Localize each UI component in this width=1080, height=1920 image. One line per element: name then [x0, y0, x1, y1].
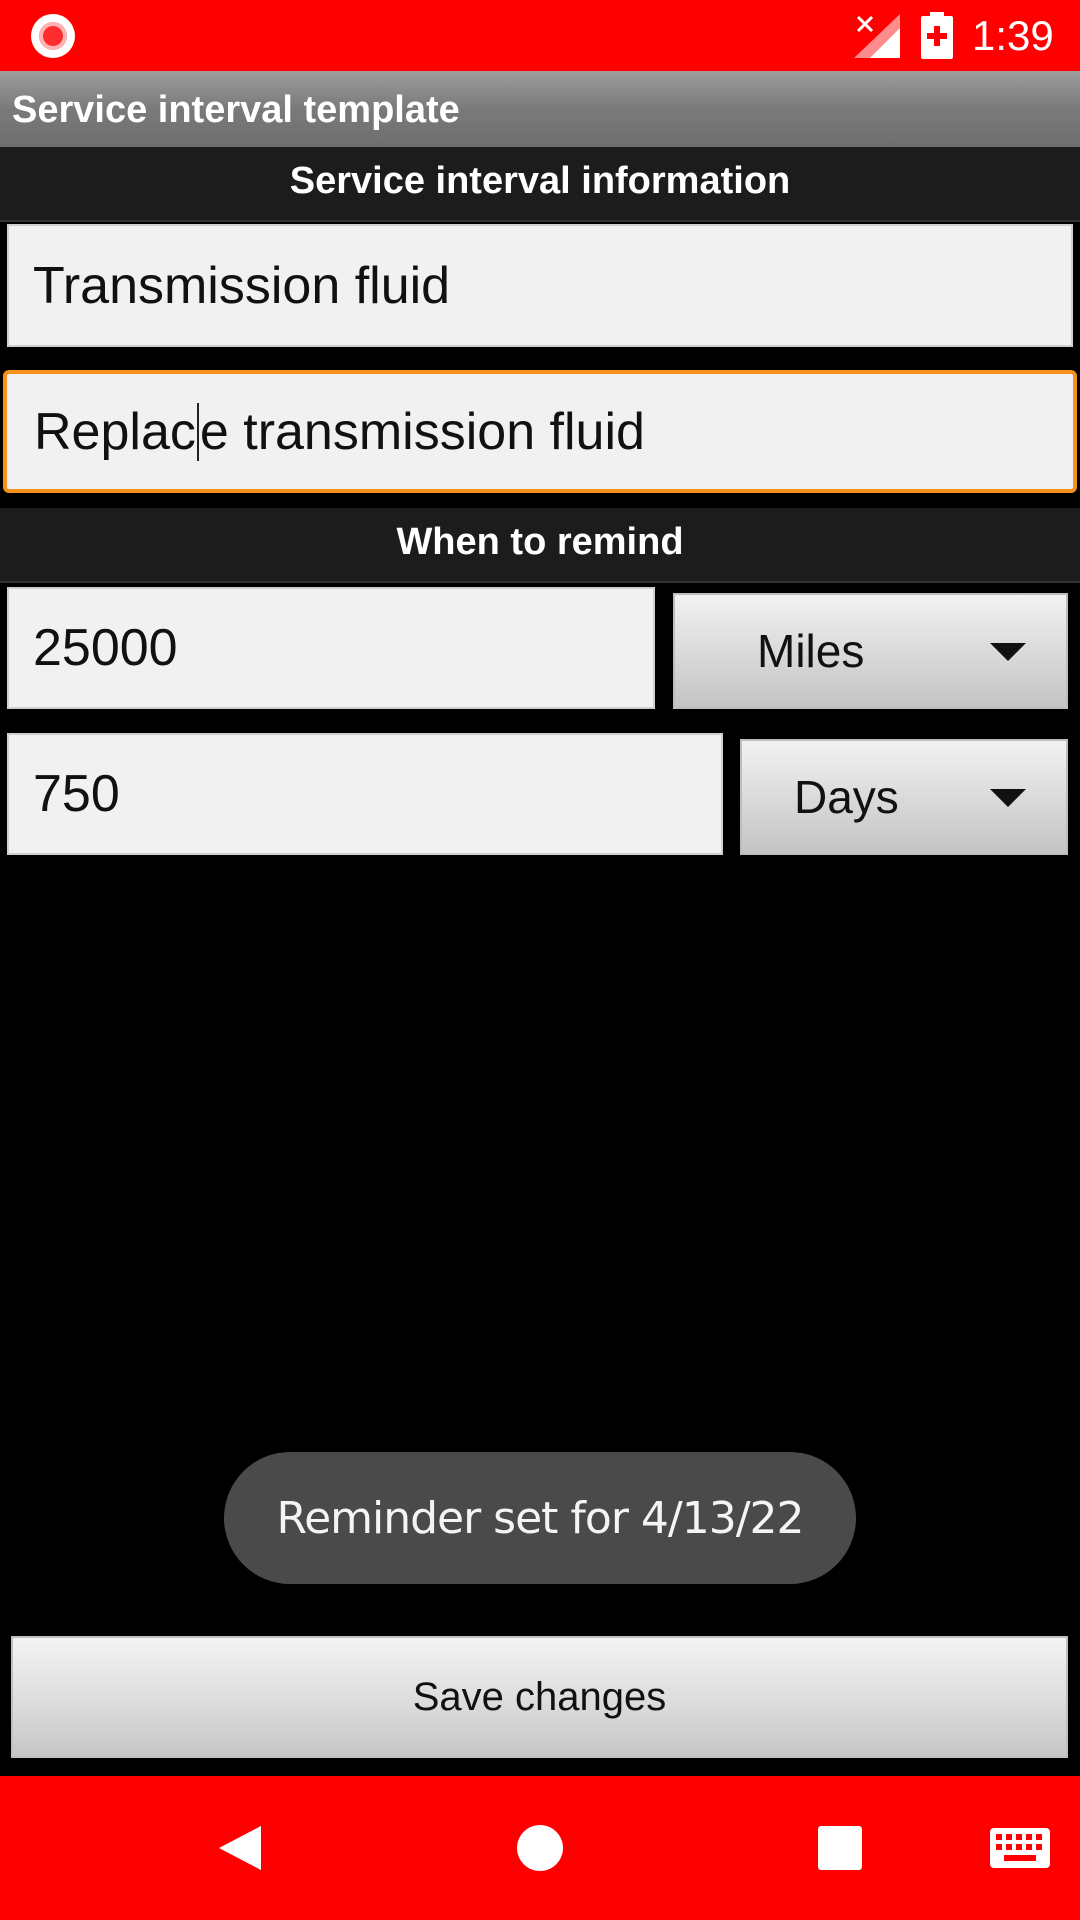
- time-unit-dropdown[interactable]: Days: [740, 739, 1068, 855]
- title-bar: Service interval template: [0, 71, 1080, 147]
- description-text-after-cursor: e transmission fluid: [199, 402, 645, 461]
- recent-apps-icon[interactable]: [818, 1826, 862, 1870]
- distance-unit-label: Miles: [757, 625, 865, 677]
- toast-message: Reminder set for 4/13/22: [224, 1452, 856, 1584]
- section-header-remind: When to remind: [0, 508, 1080, 583]
- save-changes-button[interactable]: Save changes: [11, 1636, 1068, 1758]
- interval-name-value: Transmission fluid: [33, 256, 451, 315]
- back-icon[interactable]: [215, 1826, 265, 1870]
- record-icon: [31, 14, 75, 58]
- text-cursor: [196, 402, 199, 461]
- days-value: 750: [33, 765, 120, 823]
- interval-description-field[interactable]: Replac e transmission fluid: [3, 370, 1077, 493]
- description-text-before-cursor: Replac: [34, 402, 196, 461]
- status-clock: 1:39: [972, 12, 1054, 59]
- dropdown-arrow-icon: [990, 643, 1026, 661]
- miles-input[interactable]: 25000: [7, 587, 655, 709]
- battery-charging-icon: [921, 12, 953, 59]
- signal-no-service-icon: [854, 14, 900, 58]
- time-unit-label: Days: [794, 771, 899, 823]
- days-input[interactable]: 750: [7, 733, 723, 855]
- section-header-info: Service interval information: [0, 147, 1080, 222]
- distance-unit-dropdown[interactable]: Miles: [673, 593, 1068, 709]
- miles-value: 25000: [33, 619, 178, 677]
- home-icon[interactable]: [517, 1825, 563, 1871]
- dropdown-arrow-icon: [990, 789, 1026, 807]
- interval-name-field[interactable]: Transmission fluid: [7, 224, 1073, 347]
- page-title: Service interval template: [12, 89, 460, 131]
- status-bar: 1:39: [0, 0, 1080, 71]
- keyboard-icon[interactable]: [990, 1828, 1050, 1868]
